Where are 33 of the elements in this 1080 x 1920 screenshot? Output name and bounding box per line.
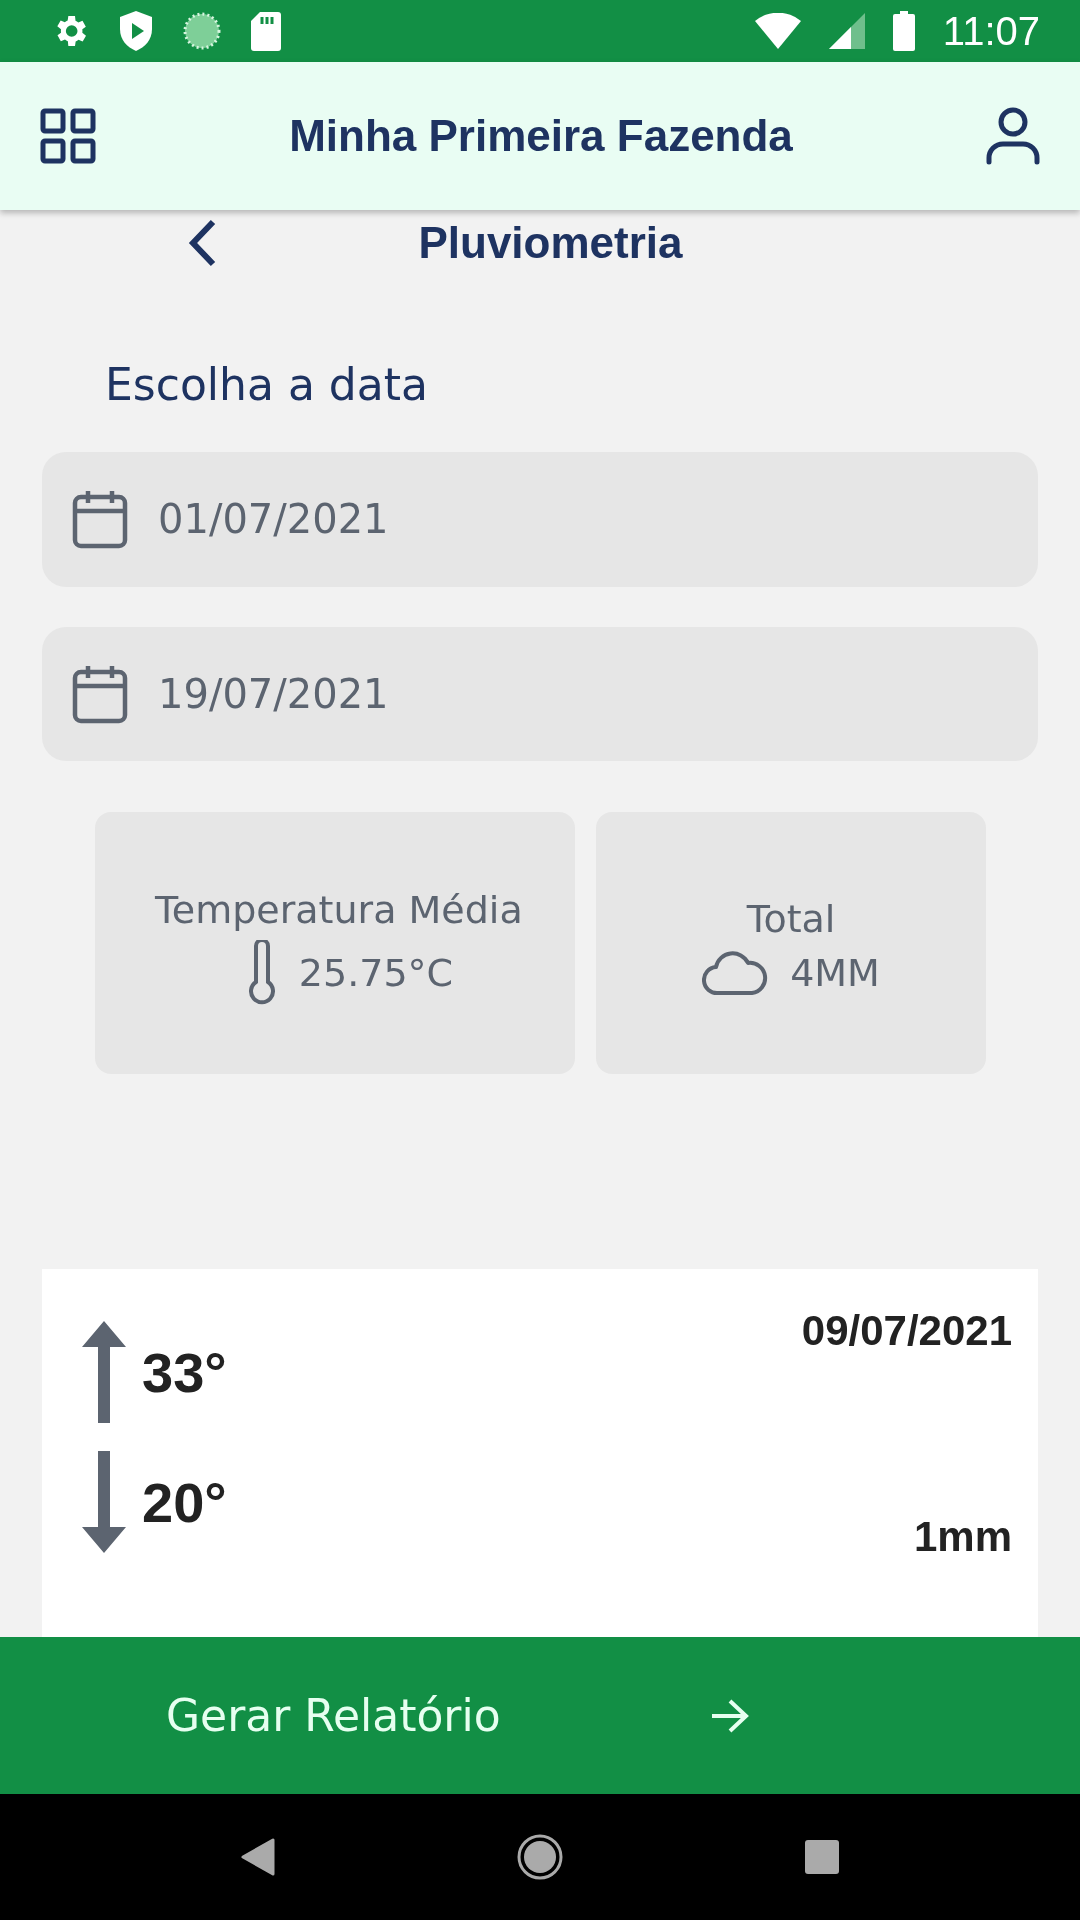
down-arrow-icon xyxy=(80,1451,128,1553)
profile-icon[interactable] xyxy=(986,107,1040,165)
card-title: Total xyxy=(746,895,836,943)
arrow-right-icon xyxy=(710,1697,750,1734)
status-time: 11:07 xyxy=(942,8,1040,54)
calendar-icon xyxy=(72,663,128,724)
back-nav-icon[interactable] xyxy=(240,1838,275,1876)
signal-icon xyxy=(828,13,865,49)
shield-play-icon xyxy=(118,10,154,52)
card-value: 25.75°C xyxy=(298,951,454,996)
date-field[interactable]: 19/07/2021 xyxy=(42,626,1038,761)
sd-card-icon xyxy=(250,11,282,51)
loading-icon xyxy=(182,11,222,51)
recents-nav-icon[interactable] xyxy=(805,1840,840,1874)
cloud-icon xyxy=(702,949,769,998)
max-temperature: 33° xyxy=(142,1339,228,1405)
report-button[interactable]: Gerar Relatório xyxy=(0,1637,1080,1794)
daily-date: 09/07/2021 xyxy=(801,1307,1012,1355)
page-title: Pluviometria xyxy=(417,217,684,268)
min-temperature: 20° xyxy=(142,1469,228,1535)
card-value: 4MM xyxy=(790,951,880,996)
wifi-icon xyxy=(754,13,801,49)
menu-icon[interactable] xyxy=(40,108,96,164)
up-arrow-icon xyxy=(80,1321,128,1423)
date-label: Escolha a data xyxy=(105,359,429,411)
thermometer-icon xyxy=(246,940,277,1007)
app-title: Minha Primeira Fazenda xyxy=(288,111,794,161)
card-title: Temperatura Média xyxy=(155,886,524,934)
calendar-icon xyxy=(72,489,128,550)
date-field[interactable]: 01/07/2021 xyxy=(42,452,1038,587)
home-nav-icon[interactable] xyxy=(516,1833,564,1881)
battery-icon xyxy=(892,11,915,51)
daily-rain: 1mm xyxy=(913,1513,1012,1562)
